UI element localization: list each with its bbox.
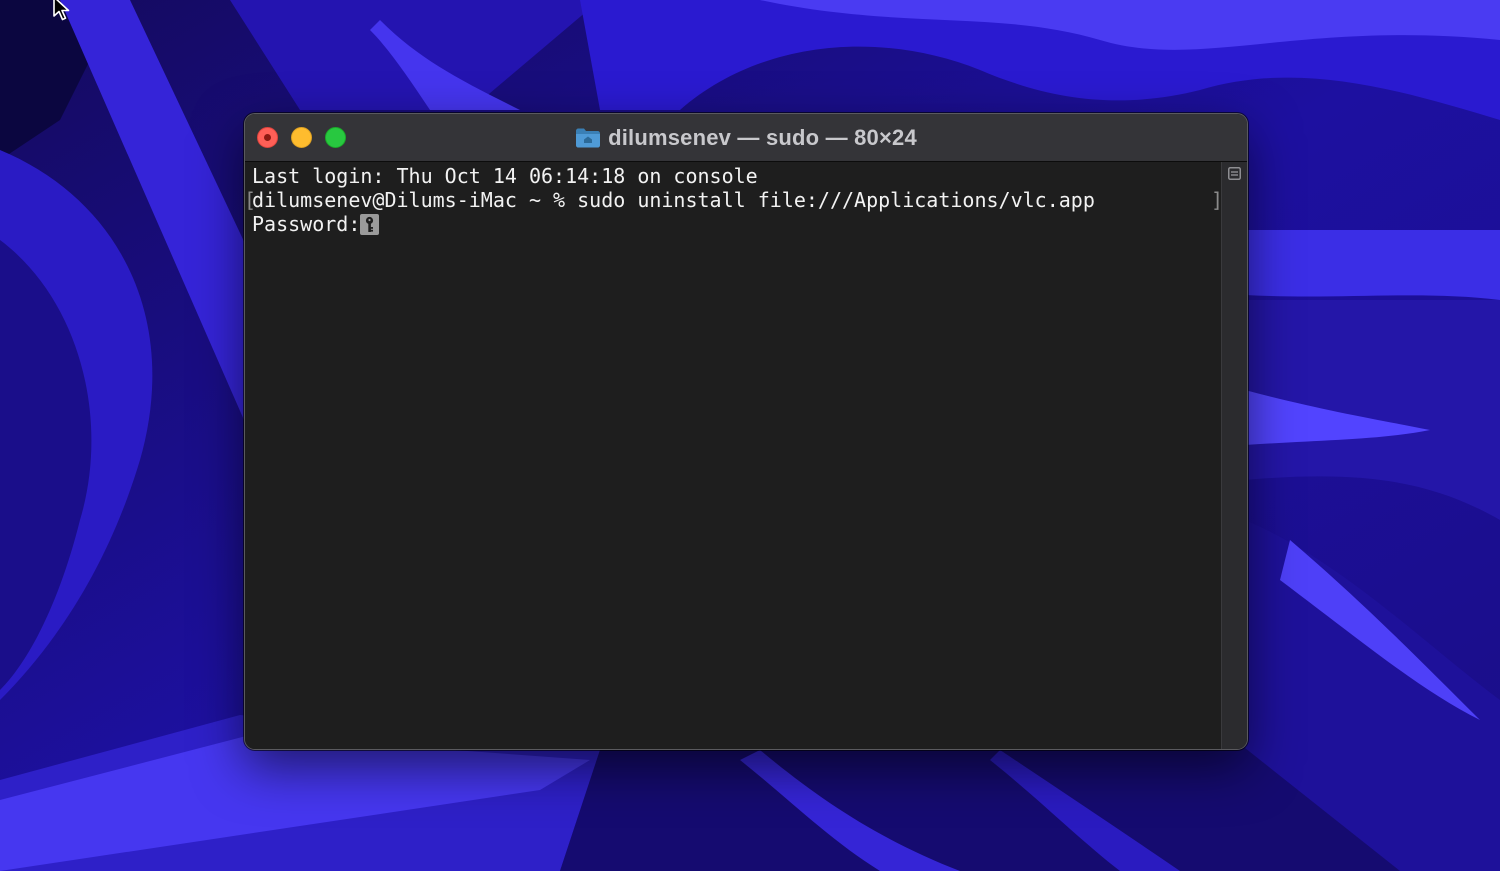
password-prompt: Password: xyxy=(252,212,361,236)
split-pane-icon[interactable] xyxy=(1228,167,1241,180)
close-dot-icon xyxy=(264,134,271,141)
close-button[interactable] xyxy=(257,127,278,148)
window-title: dilumsenev — sudo — 80×24 xyxy=(608,124,917,150)
terminal-window[interactable]: dilumsenev — sudo — 80×24 [ Last login: … xyxy=(244,113,1248,750)
scrollbar[interactable] xyxy=(1221,162,1247,749)
minimize-button[interactable] xyxy=(291,127,312,148)
terminal-output[interactable]: [ Last login: Thu Oct 14 06:14:18 on con… xyxy=(245,162,1223,749)
key-icon xyxy=(360,214,380,235)
terminal-line-command: dilumsenev@Dilums-iMac ~ % sudo uninstal… xyxy=(252,188,1095,212)
title-bar[interactable]: dilumsenev — sudo — 80×24 xyxy=(245,114,1247,162)
terminal-line-last-login: Last login: Thu Oct 14 06:14:18 on conso… xyxy=(252,164,758,188)
zoom-button[interactable] xyxy=(325,127,346,148)
terminal-line-password[interactable]: Password: xyxy=(252,212,380,236)
folder-icon xyxy=(576,128,601,148)
mouse-pointer-icon xyxy=(53,0,70,21)
